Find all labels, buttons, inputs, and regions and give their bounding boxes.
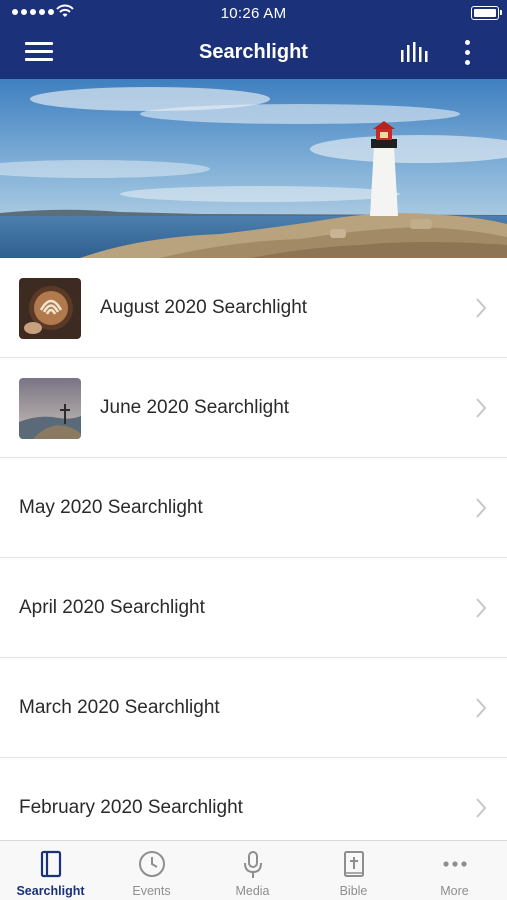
clock-icon [138, 851, 165, 877]
tab-bar: Searchlight Events Media Bible More [0, 840, 507, 900]
tab-media[interactable]: Media [202, 841, 303, 900]
issue-list: August 2020 Searchlight June 2020 Search… [0, 258, 507, 858]
microphone-icon [243, 851, 262, 878]
tab-label: Bible [339, 884, 368, 898]
status-time: 10:26 AM [220, 5, 287, 22]
tab-more[interactable]: More [404, 841, 505, 900]
list-item[interactable]: May 2020 Searchlight [0, 458, 507, 558]
list-item[interactable]: April 2020 Searchlight [0, 558, 507, 658]
nav-bar: Searchlight [0, 26, 507, 79]
header: 10:26 AM Searchlight [0, 0, 507, 79]
list-item-label: February 2020 Searchlight [19, 797, 243, 818]
tab-searchlight[interactable]: Searchlight [0, 841, 101, 900]
mountain-cross-thumbnail [19, 378, 81, 439]
latte-art-thumbnail [19, 278, 81, 339]
status-bar: 10:26 AM [0, 0, 507, 26]
list-item-label: June 2020 Searchlight [100, 397, 290, 418]
list-item[interactable]: March 2020 Searchlight [0, 658, 507, 758]
tab-label: Media [235, 884, 270, 898]
tab-label: More [440, 884, 469, 898]
tab-events[interactable]: Events [101, 841, 202, 900]
list-item-label: August 2020 Searchlight [100, 297, 308, 318]
battery-icon [471, 6, 502, 20]
list-item[interactable]: August 2020 Searchlight [0, 258, 507, 358]
list-item-label: March 2020 Searchlight [19, 697, 220, 718]
tab-label: Events [132, 884, 171, 898]
book-panel-icon [40, 850, 61, 878]
tab-bible[interactable]: Bible [303, 841, 404, 900]
chevron-right-icon [476, 598, 487, 618]
chevron-right-icon [476, 798, 487, 818]
hero-image-lighthouse [0, 79, 507, 258]
more-options-icon[interactable] [462, 38, 474, 68]
chevron-right-icon [476, 298, 487, 318]
bible-cross-icon [343, 851, 364, 877]
chevron-right-icon [476, 398, 487, 418]
list-item-label: April 2020 Searchlight [19, 597, 205, 618]
list-item[interactable]: June 2020 Searchlight [0, 358, 507, 458]
tab-label: Searchlight [16, 884, 85, 898]
ellipsis-icon [442, 861, 467, 867]
chevron-right-icon [476, 498, 487, 518]
chevron-right-icon [476, 698, 487, 718]
list-item-label: May 2020 Searchlight [19, 497, 203, 518]
audio-bars-icon[interactable] [399, 42, 431, 64]
